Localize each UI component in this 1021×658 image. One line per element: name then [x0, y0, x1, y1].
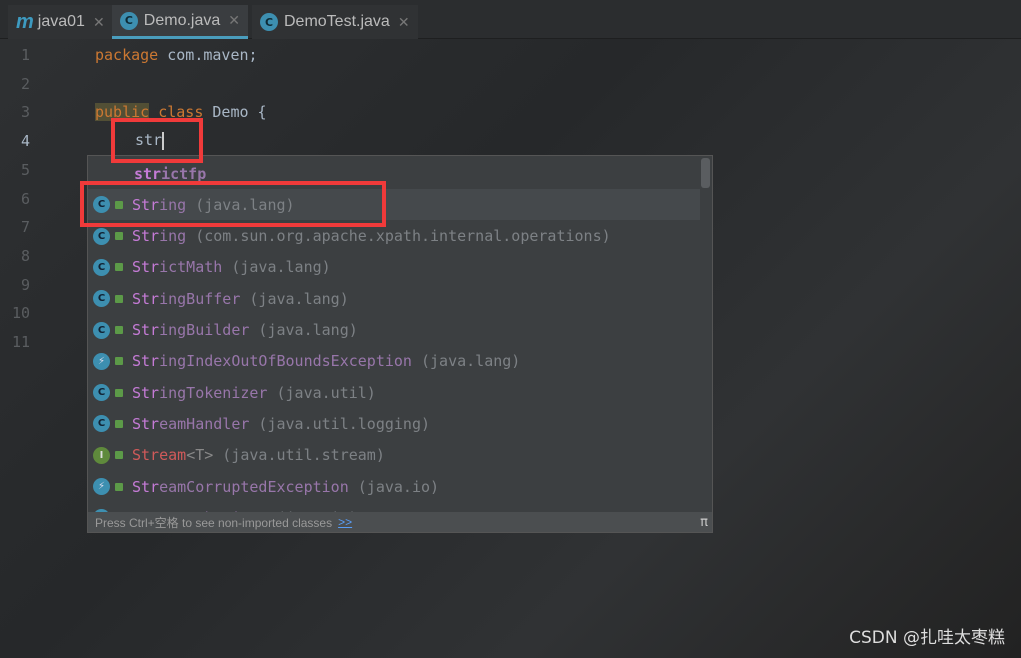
public-access-icon — [115, 419, 123, 428]
maven-icon: m — [16, 10, 34, 33]
match-text: Str — [132, 258, 160, 277]
class-icon: C — [260, 13, 278, 31]
item-name: ingBuilder — [159, 321, 250, 339]
item-package: (java.util.stream) — [213, 446, 385, 465]
completion-item[interactable]: C Str ingBuffer (java.lang) — [88, 283, 700, 314]
close-icon[interactable]: ✕ — [93, 14, 105, 31]
footer-link[interactable]: >> — [338, 515, 352, 529]
match-text: Str — [132, 321, 160, 339]
watermark: CSDN @扎哇太枣糕 — [849, 628, 1005, 648]
tab-label: Demo.java — [143, 11, 221, 29]
item-package: (java.lang) — [240, 289, 349, 308]
public-access-icon — [115, 263, 123, 272]
item-package: (java.lang) — [249, 321, 358, 339]
code-text: Demo { — [203, 103, 267, 121]
completion-item[interactable]: I Str eam <T> (java.util.stream) — [88, 440, 700, 471]
item-name: ictMath — [159, 258, 223, 277]
editor-tab-bar: m java01 ✕ C Demo.java ✕ C DemoTest.java ✕ — [0, 0, 1021, 39]
match-text: Str — [132, 477, 160, 496]
highlight-box-typed — [111, 118, 203, 163]
public-access-icon — [115, 357, 123, 366]
line-gutter: 1 2 3 4 5 6 7 8 9 10 11 — [0, 40, 85, 658]
item-name: eamHandler — [159, 414, 250, 433]
tab-demotest-java[interactable]: C DemoTest.java ✕ — [252, 5, 418, 39]
tab-label: DemoTest.java — [284, 13, 390, 30]
scrollbar[interactable] — [701, 158, 710, 188]
class-icon: C — [93, 258, 110, 276]
match-text: Str — [132, 446, 160, 465]
item-name: ingIndexOutOfBoundsException — [159, 352, 412, 371]
close-icon[interactable]: ✕ — [228, 12, 240, 29]
tab-label: java01 — [37, 13, 85, 30]
item-name: eam — [159, 446, 187, 465]
line-number: 10 — [11, 304, 30, 323]
exception-icon: ⚡ — [93, 352, 110, 370]
item-package: (java.lang) — [222, 258, 331, 277]
line-number: 1 — [20, 46, 30, 64]
item-name: ingBuffer — [159, 289, 241, 308]
item-package: (java.util.logging) — [249, 414, 431, 433]
line-number: 3 — [20, 103, 30, 122]
class-icon: C — [93, 227, 110, 245]
class-icon: C — [120, 11, 138, 30]
match-text: str — [134, 164, 162, 183]
line-number: 6 — [20, 189, 30, 208]
match-text: Str — [132, 227, 160, 246]
keyword: package — [95, 46, 159, 64]
public-access-icon — [115, 388, 123, 397]
footer-hint: Press Ctrl+空格 to see non-imported classe… — [95, 515, 333, 530]
completion-footer: Press Ctrl+空格 to see non-imported classe… — [88, 512, 712, 532]
item-name: ingTokenizer — [159, 383, 268, 402]
line-number: 9 — [20, 275, 30, 294]
pi-icon[interactable]: π — [700, 515, 708, 530]
completion-item[interactable]: C Str ingBuilder (java.lang) — [88, 315, 700, 346]
match-text: Str — [132, 289, 160, 308]
completion-item[interactable]: C Str ictMath (java.lang) — [88, 252, 700, 283]
item-name: ing — [159, 227, 187, 246]
line-number: 2 — [20, 74, 30, 93]
public-access-icon — [115, 232, 123, 241]
public-access-icon — [115, 482, 123, 491]
completion-item[interactable]: C Str eamHandler (java.util.logging) — [88, 408, 700, 439]
completion-item[interactable]: ⚡ Str ingIndexOutOfBoundsException (java.l… — [88, 346, 700, 377]
match-text: Str — [132, 352, 160, 371]
item-name: ictfp — [161, 164, 207, 183]
tab-java01[interactable]: m java01 ✕ — [8, 5, 113, 39]
interface-icon: I — [93, 446, 110, 464]
line-number: 4 — [20, 132, 30, 151]
completion-item[interactable]: ⚡ Str eamCorruptedException (java.io) — [88, 471, 700, 502]
item-package: (java.lang) — [411, 352, 521, 371]
code-text: com.maven; — [158, 46, 258, 64]
public-access-icon — [115, 294, 123, 303]
close-icon[interactable]: ✕ — [398, 14, 410, 31]
class-icon: C — [93, 384, 110, 402]
line-number: 8 — [20, 246, 30, 265]
completion-item[interactable]: C Str ingTokenizer (java.util) — [88, 377, 700, 408]
public-access-icon — [115, 326, 123, 334]
item-name: eamCorruptedException — [159, 477, 349, 496]
class-icon: C — [93, 290, 110, 308]
item-package: (java.util) — [267, 383, 376, 402]
tab-demo-java[interactable]: C Demo.java ✕ — [112, 5, 248, 39]
item-package: (java.io) — [348, 477, 440, 496]
type-param: <T> — [186, 446, 214, 465]
public-access-icon — [115, 451, 123, 460]
match-text: Str — [132, 383, 160, 402]
line-number: 7 — [20, 218, 30, 237]
code-line-1[interactable]: package com.maven; — [95, 46, 258, 64]
highlight-box-string — [80, 181, 386, 227]
item-package: (com.sun.org.apache.xpath.internal.opera… — [186, 227, 611, 246]
line-number: 11 — [11, 333, 30, 351]
exception-icon: ⚡ — [93, 478, 110, 495]
match-text: Str — [132, 414, 160, 433]
class-icon: C — [93, 321, 110, 339]
class-icon: C — [93, 415, 110, 433]
line-number: 5 — [20, 160, 30, 179]
